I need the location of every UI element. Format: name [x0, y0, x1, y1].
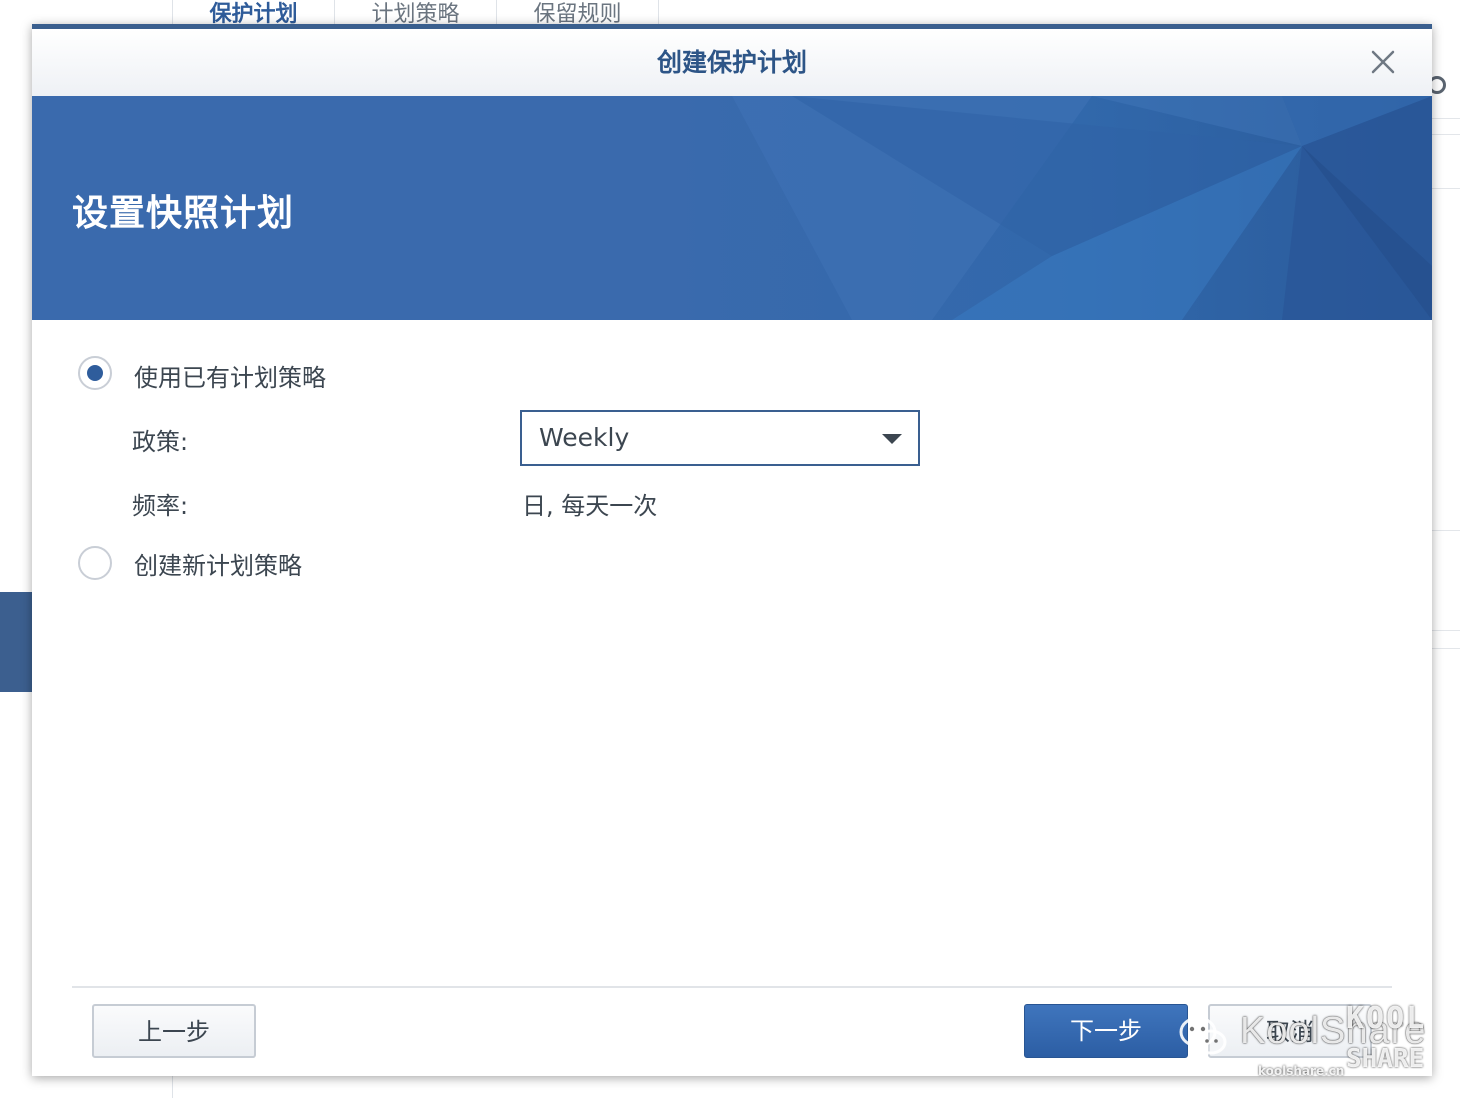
create-new-policy-radio[interactable]: [78, 546, 112, 580]
policy-select[interactable]: Weekly: [520, 410, 920, 466]
banner-title: 设置快照计划: [72, 193, 295, 234]
use-existing-policy-label[interactable]: 使用已有计划策略: [134, 358, 326, 393]
frequency-value: 日, 每天一次: [522, 492, 658, 520]
wizard-content: 使用已有计划策略 政策: Weekly 频率: 日, 每天一次 创建新计划策略: [32, 320, 1432, 980]
policy-selected-value: Weekly: [539, 423, 630, 452]
previous-step-button[interactable]: 上一步: [92, 1004, 256, 1058]
tab-schedule-policy[interactable]: 计划策略: [335, 0, 497, 26]
next-step-button[interactable]: 下一步: [1024, 1004, 1188, 1058]
close-icon[interactable]: [1368, 47, 1398, 77]
dialog-title: 创建保护计划: [656, 48, 807, 77]
cancel-button[interactable]: 取消: [1208, 1004, 1372, 1058]
frequency-label: 频率:: [132, 492, 189, 520]
chevron-down-icon: [882, 434, 902, 444]
radio-selected-dot: [87, 365, 103, 381]
background-divider: [172, 1076, 173, 1098]
use-existing-policy-radio[interactable]: [78, 356, 112, 390]
background-sidebar-highlight: [0, 592, 32, 692]
footer-divider: [72, 986, 1392, 988]
dialog-header: 创建保护计划: [32, 29, 1432, 97]
tab-protection-plan[interactable]: 保护计划: [173, 0, 335, 26]
policy-label: 政策:: [132, 428, 189, 456]
tab-retention-rules[interactable]: 保留规则: [497, 0, 659, 26]
create-protection-plan-dialog: 创建保护计划 设置快照计划 使用已有计划策略 政策: Weekly 频率: 日,: [32, 24, 1432, 1076]
create-new-policy-label[interactable]: 创建新计划策略: [134, 546, 302, 581]
background-tab-bar: 保护计划 计划策略 保留规则: [172, 0, 659, 26]
wizard-banner: 设置快照计划: [32, 96, 1432, 320]
